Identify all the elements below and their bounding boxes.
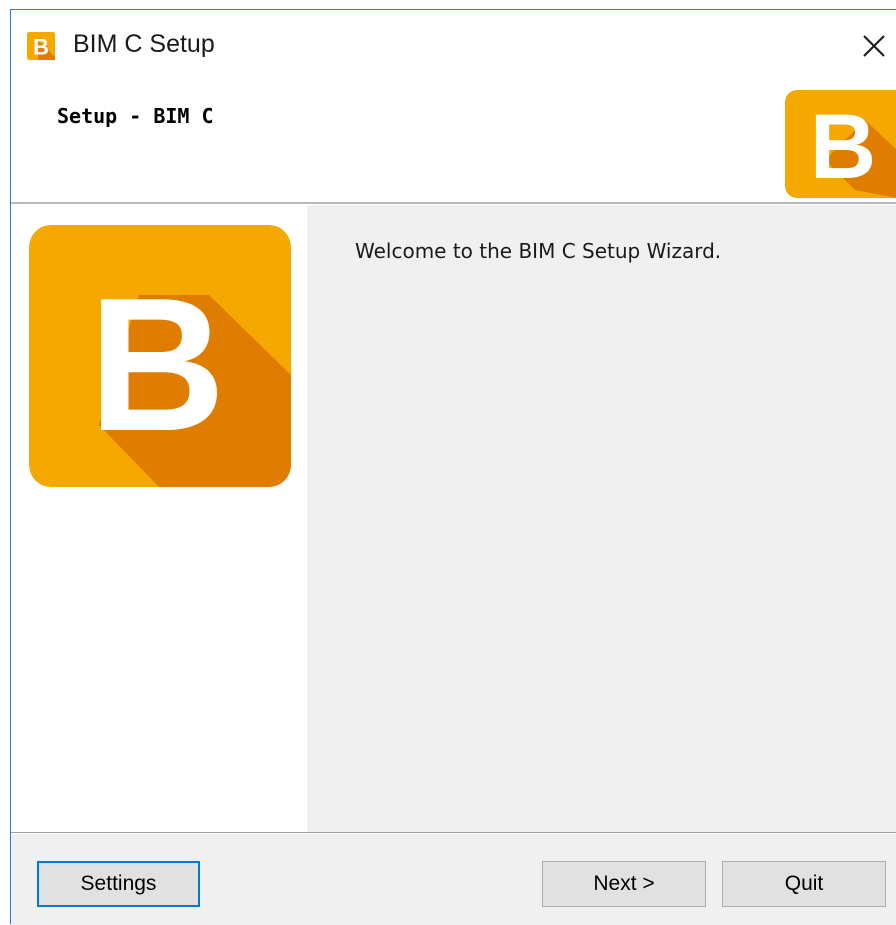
content-panel: Welcome to the BIM C Setup Wizard. [307, 205, 896, 833]
page-title: Setup - BIM C [57, 104, 214, 128]
brand-logo-icon: B [29, 225, 291, 487]
setup-window: B BIM C Setup Setup - BIM C B B Welcome … [10, 9, 896, 925]
close-icon [863, 35, 885, 57]
window-title: BIM C Setup [73, 30, 215, 58]
close-button[interactable] [856, 28, 892, 64]
title-bar: B BIM C Setup [11, 10, 896, 80]
header-logo-icon: B [785, 90, 896, 198]
next-button[interactable]: Next > [542, 861, 706, 907]
button-bar: Settings Next > Quit [11, 834, 896, 925]
quit-button[interactable]: Quit [722, 861, 886, 907]
wizard-header: Setup - BIM C B [11, 80, 896, 202]
settings-button[interactable]: Settings [37, 861, 200, 907]
welcome-text: Welcome to the BIM C Setup Wizard. [355, 239, 722, 263]
svg-text:B: B [810, 96, 876, 198]
svg-text:B: B [88, 259, 225, 471]
side-panel: B [11, 205, 307, 833]
svg-text:B: B [33, 34, 49, 59]
app-logo-icon: B [27, 32, 55, 60]
